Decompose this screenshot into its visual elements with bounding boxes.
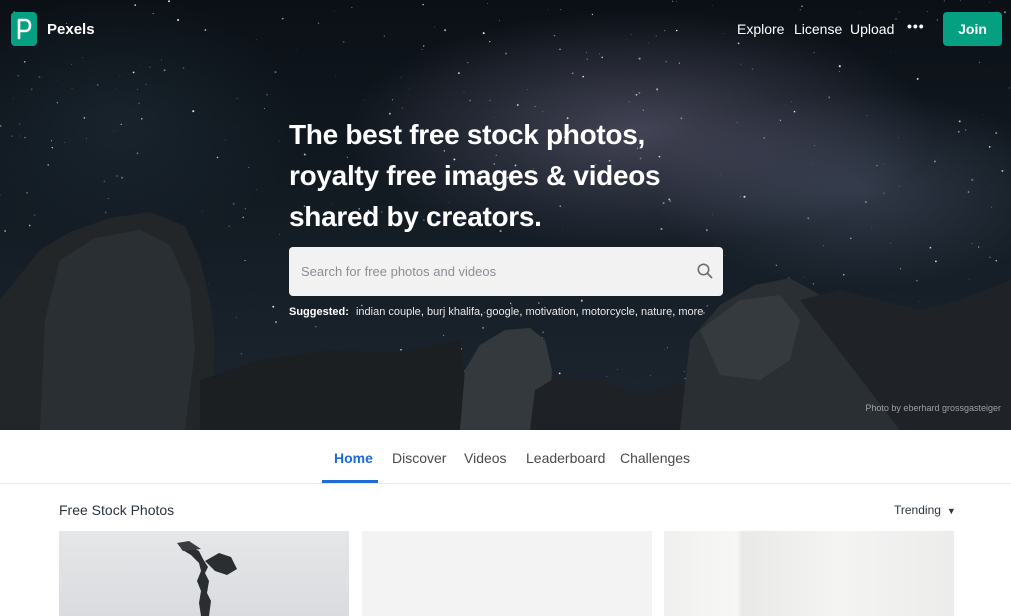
search-input[interactable] <box>289 247 689 296</box>
tab-videos[interactable]: Videos <box>464 450 507 466</box>
photo-card[interactable] <box>362 531 652 616</box>
logo-text[interactable]: Pexels <box>47 21 95 38</box>
sort-label: Trending <box>894 503 941 517</box>
top-navigation: Pexels Explore License Upload ••• Join <box>0 0 1011 58</box>
more-menu-icon[interactable]: ••• <box>907 18 925 34</box>
pexels-logo-icon[interactable] <box>11 12 37 46</box>
suggested-searches: Suggested: indian couple, burj khalifa, … <box>289 306 704 318</box>
section-tabs: Home Discover Videos Leaderboard Challen… <box>0 430 1011 484</box>
suggested-item[interactable]: burj khalifa <box>427 306 480 318</box>
join-button[interactable]: Join <box>943 12 1002 46</box>
tab-home[interactable]: Home <box>334 450 373 466</box>
search-bar <box>289 247 723 296</box>
section-title: Free Stock Photos <box>59 502 175 518</box>
suggested-item[interactable]: nature <box>641 306 672 318</box>
nav-link-explore[interactable]: Explore <box>737 21 784 37</box>
suggested-item[interactable]: motivation <box>525 306 575 318</box>
search-icon[interactable] <box>696 262 714 280</box>
nav-link-license[interactable]: License <box>794 21 842 37</box>
suggested-label: Suggested: <box>289 306 349 318</box>
tab-discover[interactable]: Discover <box>392 450 446 466</box>
photo-card[interactable] <box>59 531 349 616</box>
suggested-item[interactable]: indian couple <box>356 306 421 318</box>
sort-dropdown[interactable]: Trending ▼ <box>894 503 956 517</box>
hero-title: The best free stock photos, royalty free… <box>289 119 661 232</box>
suggested-item[interactable]: google <box>486 306 519 318</box>
active-tab-indicator <box>322 480 378 483</box>
nav-link-upload[interactable]: Upload <box>850 21 894 37</box>
suggested-more-link[interactable]: more <box>678 306 703 318</box>
caret-down-icon: ▼ <box>946 506 956 516</box>
statue-photo <box>177 541 237 616</box>
tab-challenges[interactable]: Challenges <box>620 450 690 466</box>
suggested-item[interactable]: motorcycle <box>582 306 635 318</box>
photo-card[interactable] <box>664 531 954 616</box>
photo-credit[interactable]: Photo by eberhard grossgasteiger <box>865 403 1001 413</box>
tab-leaderboard[interactable]: Leaderboard <box>526 450 605 466</box>
